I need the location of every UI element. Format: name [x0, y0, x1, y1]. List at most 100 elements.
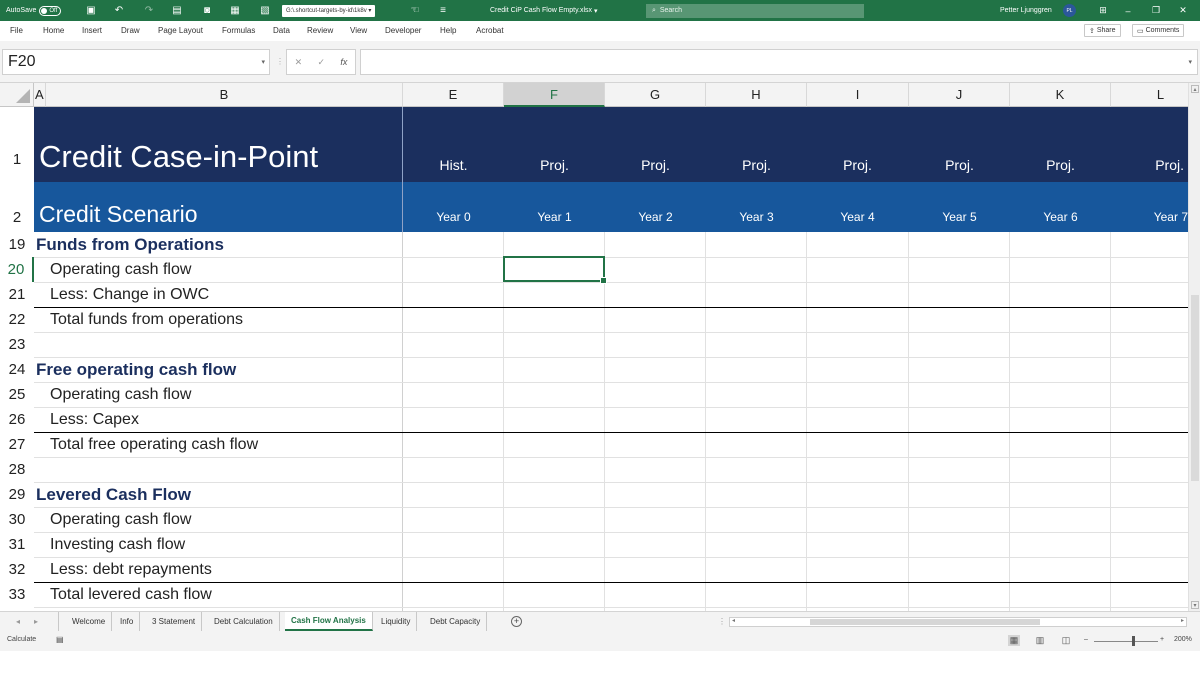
row-label[interactable]: Total free operating cash flow	[50, 432, 258, 457]
autosave-control[interactable]: AutoSave Off	[6, 0, 62, 21]
section-heading[interactable]: Levered Cash Flow	[36, 482, 191, 507]
row-header[interactable]: 19	[0, 232, 34, 257]
tab-file[interactable]: File	[10, 26, 23, 35]
row-header[interactable]: 21	[0, 282, 34, 307]
row-header-2[interactable]: 2	[0, 182, 34, 232]
column-header-a[interactable]: A	[34, 83, 46, 107]
scroll-down-icon[interactable]: ▾	[1191, 601, 1199, 609]
sheet-tab-welcome[interactable]: Welcome	[66, 612, 113, 631]
row-header[interactable]: 24	[0, 357, 34, 382]
minimize-icon[interactable]: –	[1117, 6, 1139, 16]
row-header[interactable]: 33	[0, 582, 34, 607]
zoom-slider-thumb[interactable]	[1132, 636, 1135, 646]
column-header-b[interactable]: B	[46, 83, 403, 107]
scroll-right-icon[interactable]: ▸	[1181, 617, 1184, 624]
prev-sheet-icon[interactable]: ◂	[16, 617, 20, 626]
autosave-toggle[interactable]: Off	[39, 5, 62, 16]
insert-function-icon[interactable]: fx	[340, 57, 347, 67]
row-header-1[interactable]: 1	[0, 107, 34, 182]
add-sheet-button[interactable]: +	[511, 616, 522, 627]
section-heading[interactable]: Funds from Operations	[36, 232, 224, 257]
tab-developer[interactable]: Developer	[385, 26, 421, 35]
tab-home[interactable]: Home	[43, 26, 64, 35]
name-box[interactable]: F20 ▾	[2, 49, 270, 75]
macro-record-icon[interactable]: ▤	[56, 635, 64, 644]
row-label[interactable]: Less: Capex	[50, 407, 139, 432]
sheet-tab-cash-flow-analysis[interactable]: Cash Flow Analysis	[285, 612, 373, 631]
save-icon[interactable]: ▣	[84, 4, 98, 18]
avatar[interactable]: PL	[1063, 4, 1076, 17]
comments-button[interactable]: ▭ Comments	[1132, 24, 1185, 37]
row-header[interactable]: 30	[0, 507, 34, 532]
selected-cell-f20[interactable]	[503, 256, 607, 284]
expand-formula-icon[interactable]: ▾	[1188, 58, 1192, 66]
row-header[interactable]: 31	[0, 532, 34, 557]
row-label[interactable]: Total levered cash flow	[50, 582, 212, 607]
search-box[interactable]: ⌕ Search	[646, 3, 864, 18]
zoom-slider[interactable]	[1094, 641, 1158, 642]
zoom-level[interactable]: 200%	[1174, 636, 1192, 643]
file-path-dropdown[interactable]: G:\.shortcut-targets-by-id\1k8v ▾	[282, 4, 376, 17]
column-header-l[interactable]: L	[1111, 83, 1188, 107]
share-button[interactable]: ⇪ Share	[1084, 24, 1121, 37]
vertical-scrollbar[interactable]: ▴ ▾	[1188, 83, 1200, 611]
page-layout-view-icon[interactable]: ▥	[1034, 635, 1046, 646]
row-header[interactable]: 26	[0, 407, 34, 432]
chevron-down-icon[interactable]: ▾	[261, 58, 265, 66]
row-label[interactable]: Operating cash flow	[50, 382, 191, 407]
file-name-dropdown[interactable]: Credit CiP Cash Flow Empty.xlsx ▾	[490, 0, 598, 21]
print-icon[interactable]: ▤	[170, 4, 184, 18]
section-heading[interactable]: Free operating cash flow	[36, 357, 236, 382]
row-header[interactable]: 29	[0, 482, 34, 507]
tab-split-grip-icon[interactable]: ⋮	[718, 617, 726, 626]
ribbon-display-icon[interactable]: ⊞	[1092, 5, 1114, 16]
document-icon[interactable]: ▧	[258, 4, 272, 18]
close-icon[interactable]: ✕	[1172, 5, 1194, 16]
formula-input[interactable]: ▾	[360, 49, 1198, 75]
row-label[interactable]: Total funds from operations	[50, 307, 243, 332]
row-label[interactable]: Operating cash flow	[50, 507, 191, 532]
tab-view[interactable]: View	[350, 26, 367, 35]
sheet-tab-liquidity[interactable]: Liquidity	[375, 612, 418, 631]
tab-acrobat[interactable]: Acrobat	[476, 26, 504, 35]
column-header-i[interactable]: I	[807, 83, 909, 107]
camera-icon[interactable]: ◙	[200, 4, 214, 18]
customize-qat-icon[interactable]: ≡	[436, 4, 450, 18]
row-header[interactable]: 20	[0, 257, 34, 282]
next-sheet-icon[interactable]: ▸	[34, 617, 38, 626]
vertical-scroll-thumb[interactable]	[1191, 295, 1199, 481]
row-header[interactable]: 27	[0, 432, 34, 457]
column-header-g[interactable]: G	[605, 83, 706, 107]
sheet-tab-debt-calculation[interactable]: Debt Calculation	[208, 612, 280, 631]
user-name[interactable]: Petter Ljunggren	[1000, 0, 1052, 21]
sheet-tab-info[interactable]: Info	[114, 612, 141, 631]
column-header-f[interactable]: F	[504, 83, 605, 107]
row-header[interactable]: 23	[0, 332, 34, 357]
table-icon[interactable]: ▦	[228, 4, 242, 18]
row-header[interactable]: 28	[0, 457, 34, 482]
row-label[interactable]: Less: Change in OWC	[50, 282, 209, 307]
tab-insert[interactable]: Insert	[82, 26, 102, 35]
row-header[interactable]: 22	[0, 307, 34, 332]
page-break-view-icon[interactable]: ◫	[1060, 635, 1072, 646]
tab-formulas[interactable]: Formulas	[222, 26, 255, 35]
column-header-k[interactable]: K	[1010, 83, 1111, 107]
scroll-left-icon[interactable]: ◂	[732, 617, 735, 624]
tab-data[interactable]: Data	[273, 26, 290, 35]
tab-page-layout[interactable]: Page Layout	[158, 26, 203, 35]
tab-draw[interactable]: Draw	[121, 26, 140, 35]
column-header-h[interactable]: H	[706, 83, 807, 107]
scroll-up-icon[interactable]: ▴	[1191, 85, 1199, 93]
row-header[interactable]: 25	[0, 382, 34, 407]
redo-icon[interactable]: ↷	[142, 4, 156, 18]
tab-review[interactable]: Review	[307, 26, 333, 35]
horizontal-scrollbar[interactable]: ◂ ▸	[729, 617, 1187, 627]
enter-icon[interactable]: ✓	[317, 57, 325, 68]
sheet-tab-debt-capacity[interactable]: Debt Capacity	[424, 612, 488, 631]
column-header-j[interactable]: J	[909, 83, 1010, 107]
zoom-in-icon[interactable]: +	[1160, 636, 1164, 643]
horizontal-scroll-thumb[interactable]	[810, 619, 1040, 625]
calculate-status[interactable]: Calculate	[7, 636, 36, 643]
tab-help[interactable]: Help	[440, 26, 456, 35]
restore-icon[interactable]: ❐	[1145, 5, 1167, 16]
